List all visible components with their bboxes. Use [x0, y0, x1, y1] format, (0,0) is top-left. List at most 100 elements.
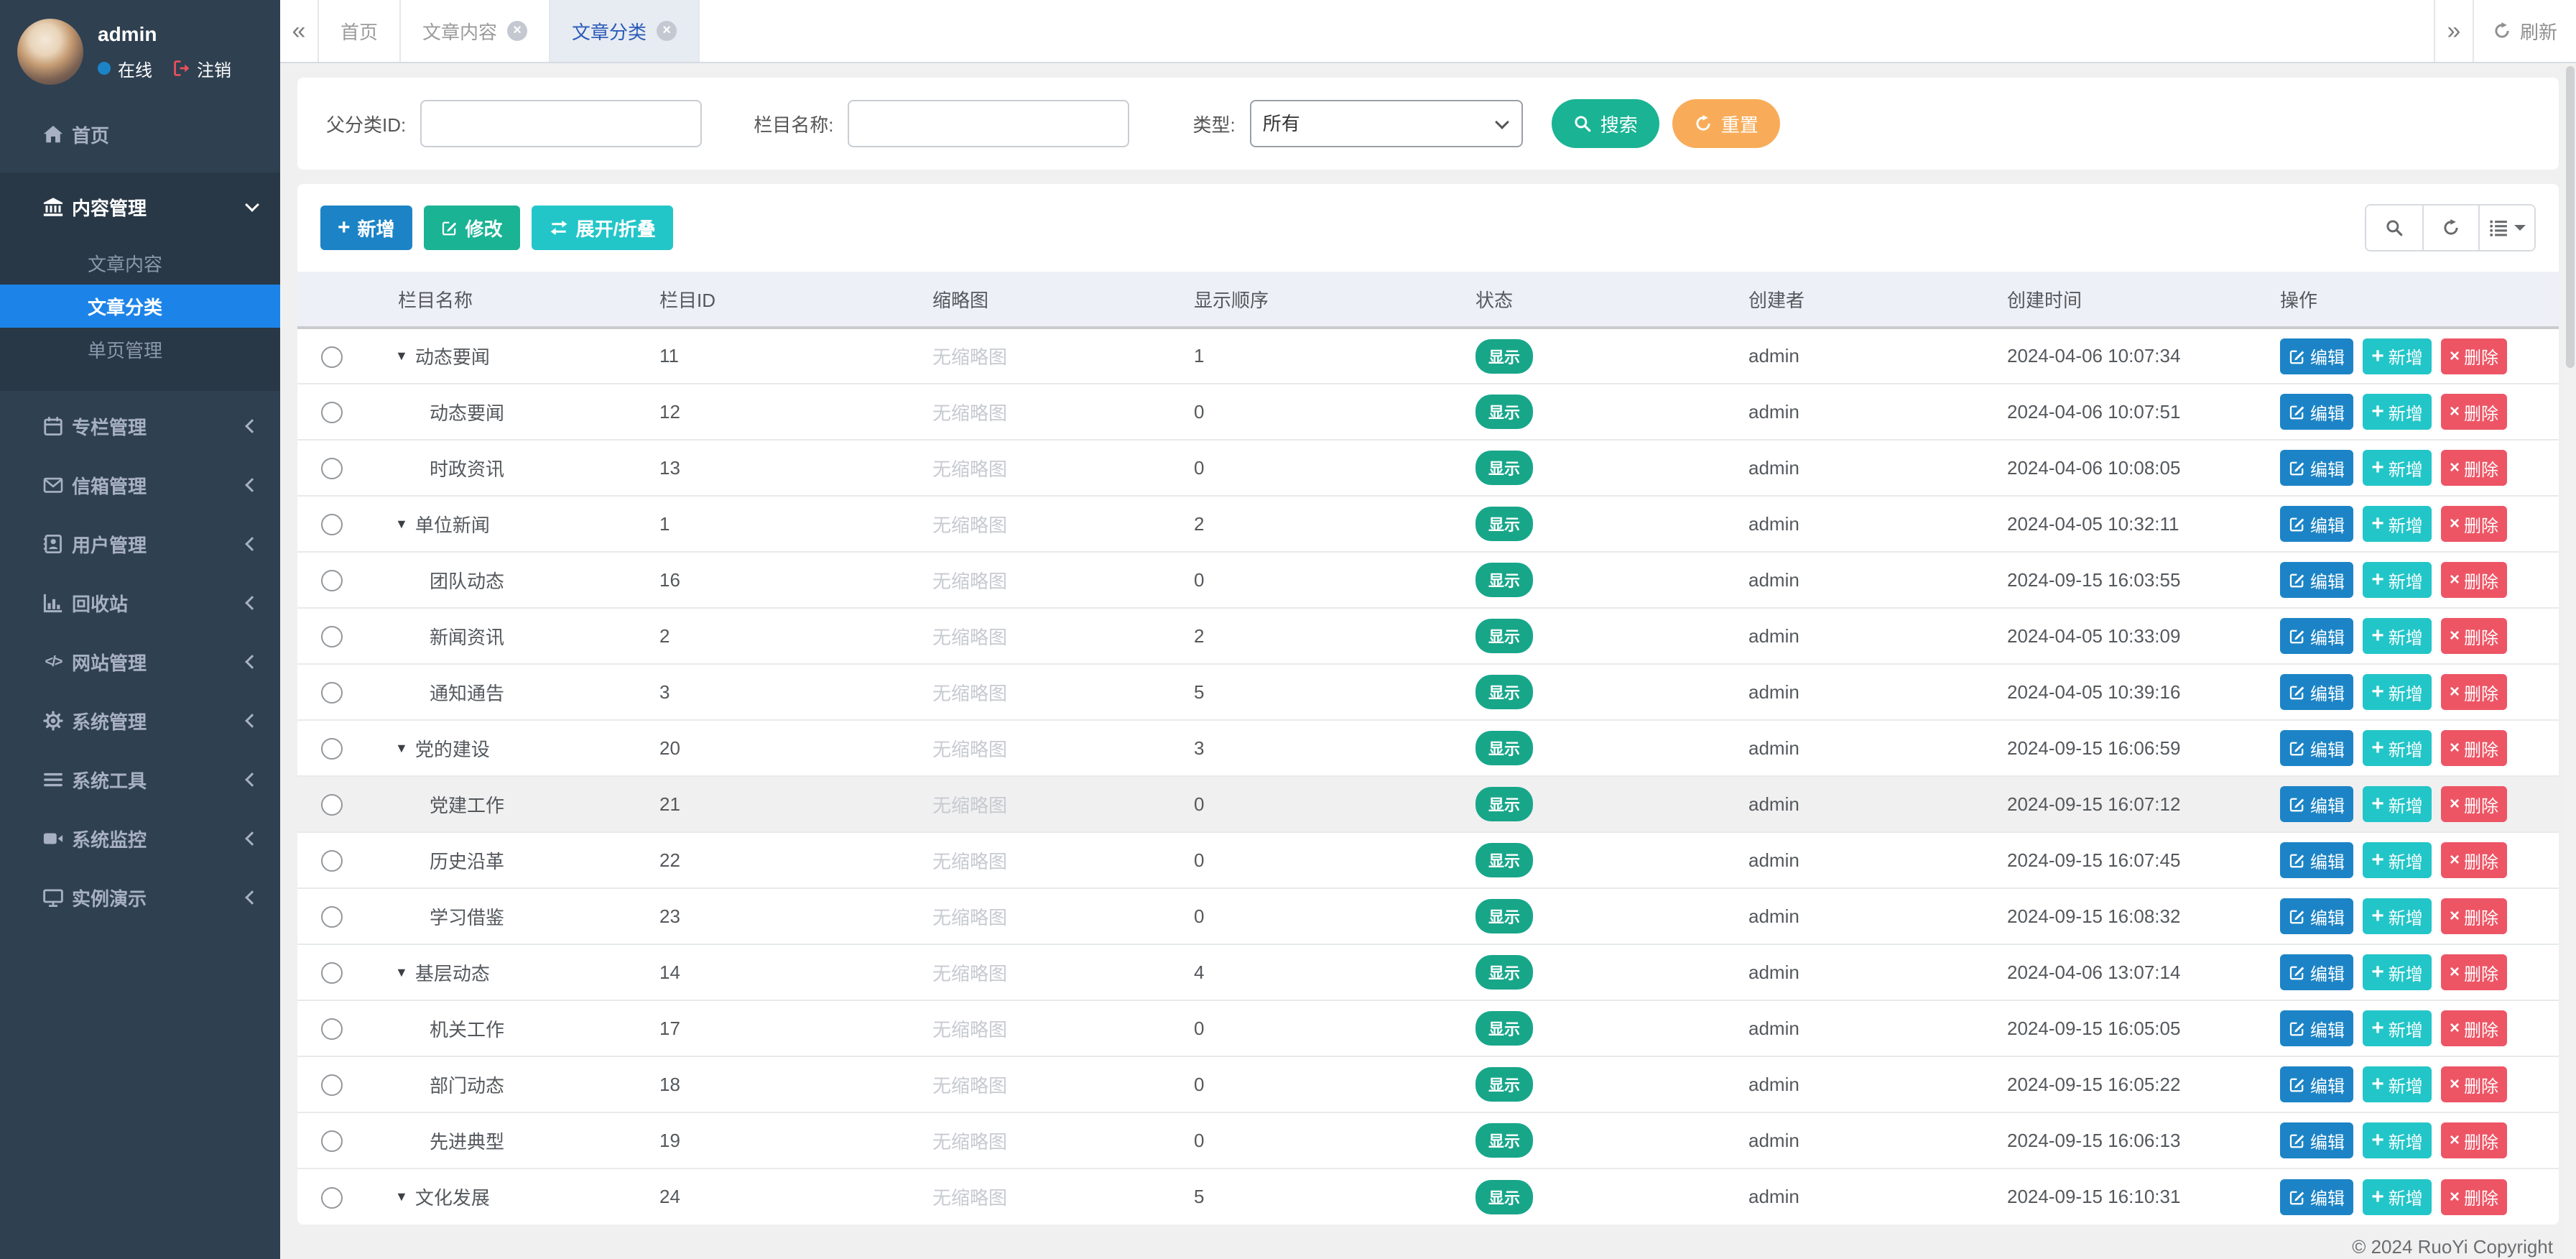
table-row[interactable]: ▼ 基层动态 14 无缩略图 4 显示 admin 2024-04-06 13:…	[297, 944, 2559, 1000]
search-button[interactable]: 搜索	[1552, 99, 1659, 148]
table-row[interactable]: 动态要闻 12 无缩略图 0 显示 admin 2024-04-06 10:07…	[297, 384, 2559, 440]
logout-button[interactable]: 注销	[172, 56, 231, 81]
row-edit-button[interactable]: 编辑	[2280, 730, 2353, 766]
row-edit-button[interactable]: 编辑	[2280, 450, 2353, 486]
tree-caret-down-icon[interactable]: ▼	[395, 741, 408, 756]
row-add-button[interactable]: +新增	[2363, 1010, 2432, 1046]
table-row[interactable]: 历史沿革 22 无缩略图 0 显示 admin 2024-09-15 16:07…	[297, 832, 2559, 888]
row-edit-button[interactable]: 编辑	[2280, 1010, 2353, 1046]
row-radio[interactable]	[321, 346, 343, 368]
row-edit-button[interactable]: 编辑	[2280, 618, 2353, 654]
row-delete-button[interactable]: ×删除	[2441, 1122, 2507, 1158]
table-row[interactable]: 时政资讯 13 无缩略图 0 显示 admin 2024-04-06 10:08…	[297, 440, 2559, 496]
column-header[interactable]: 缩略图	[921, 272, 1182, 328]
sidebar-subitem-article-category[interactable]: 文章分类	[0, 285, 280, 328]
sidebar-item-content-management[interactable]: 内容管理	[0, 172, 280, 241]
row-edit-button[interactable]: 编辑	[2280, 954, 2353, 990]
row-edit-button[interactable]: 编辑	[2280, 562, 2353, 598]
row-edit-button[interactable]: 编辑	[2280, 1179, 2353, 1215]
row-edit-button[interactable]: 编辑	[2280, 1066, 2353, 1102]
row-add-button[interactable]: +新增	[2363, 1066, 2432, 1102]
parent-id-input[interactable]	[420, 100, 702, 147]
row-delete-button[interactable]: ×删除	[2441, 674, 2507, 710]
column-header[interactable]: 栏目名称	[366, 272, 648, 328]
row-edit-button[interactable]: 编辑	[2280, 786, 2353, 822]
table-row[interactable]: 机关工作 17 无缩略图 0 显示 admin 2024-09-15 16:05…	[297, 1000, 2559, 1056]
row-delete-button[interactable]: ×删除	[2441, 786, 2507, 822]
row-radio[interactable]	[321, 626, 343, 647]
row-radio[interactable]	[321, 1074, 343, 1096]
row-edit-button[interactable]: 编辑	[2280, 506, 2353, 542]
row-add-button[interactable]: +新增	[2363, 394, 2432, 430]
row-radio[interactable]	[321, 962, 343, 984]
row-delete-button[interactable]: ×删除	[2441, 562, 2507, 598]
tab-article-content[interactable]: 文章内容 ×	[401, 0, 550, 62]
row-radio[interactable]	[321, 570, 343, 591]
sidebar-item-mailbox[interactable]: 信箱管理	[0, 456, 280, 515]
table-row[interactable]: 党建工作 21 无缩略图 0 显示 admin 2024-09-15 16:07…	[297, 776, 2559, 832]
row-add-button[interactable]: +新增	[2363, 842, 2432, 878]
column-header[interactable]: 状态	[1464, 272, 1737, 328]
row-add-button[interactable]: +新增	[2363, 1179, 2432, 1215]
row-add-button[interactable]: +新增	[2363, 338, 2432, 374]
table-row[interactable]: ▼ 文化发展 24 无缩略图 5 显示 admin 2024-09-15 16:…	[297, 1168, 2559, 1225]
refresh-tab-button[interactable]: 刷新	[2473, 0, 2576, 62]
table-row[interactable]: ▼ 党的建设 20 无缩略图 3 显示 admin 2024-09-15 16:…	[297, 720, 2559, 776]
scrollbar-thumb[interactable]	[2566, 66, 2575, 368]
row-radio[interactable]	[321, 514, 343, 535]
tree-caret-down-icon[interactable]: ▼	[395, 1189, 408, 1204]
tab-home[interactable]: 首页	[319, 0, 401, 62]
row-radio[interactable]	[321, 794, 343, 816]
row-radio[interactable]	[321, 1187, 343, 1209]
table-row[interactable]: ▼ 单位新闻 1 无缩略图 2 显示 admin 2024-04-05 10:3…	[297, 496, 2559, 552]
table-row[interactable]: 通知通告 3 无缩略图 5 显示 admin 2024-04-05 10:39:…	[297, 664, 2559, 720]
page-scrollbar[interactable]	[2565, 63, 2576, 1259]
row-add-button[interactable]: +新增	[2363, 730, 2432, 766]
columns-toggle-button[interactable]	[2478, 206, 2534, 250]
row-edit-button[interactable]: 编辑	[2280, 842, 2353, 878]
row-edit-button[interactable]: 编辑	[2280, 898, 2353, 934]
column-header[interactable]: 栏目ID	[648, 272, 921, 328]
category-name-input[interactable]	[848, 100, 1129, 147]
show-search-button[interactable]	[2366, 206, 2422, 250]
row-delete-button[interactable]: ×删除	[2441, 506, 2507, 542]
row-edit-button[interactable]: 编辑	[2280, 394, 2353, 430]
table-row[interactable]: ▼ 动态要闻 11 无缩略图 1 显示 admin 2024-04-06 10:…	[297, 328, 2559, 384]
table-row[interactable]: 新闻资讯 2 无缩略图 2 显示 admin 2024-04-05 10:33:…	[297, 608, 2559, 664]
sidebar-item-system-tools[interactable]: 系统工具	[0, 750, 280, 809]
row-radio[interactable]	[321, 682, 343, 704]
sidebar-item-user[interactable]: 用户管理	[0, 515, 280, 573]
sidebar-item-system-monitor[interactable]: 系统监控	[0, 809, 280, 868]
row-delete-button[interactable]: ×删除	[2441, 618, 2507, 654]
row-delete-button[interactable]: ×删除	[2441, 1010, 2507, 1046]
table-row[interactable]: 部门动态 18 无缩略图 0 显示 admin 2024-09-15 16:05…	[297, 1056, 2559, 1112]
refresh-table-button[interactable]	[2422, 206, 2478, 250]
sidebar-item-system[interactable]: 系统管理	[0, 691, 280, 750]
close-icon[interactable]: ×	[657, 21, 677, 41]
tab-article-category[interactable]: 文章分类 ×	[550, 0, 700, 62]
row-add-button[interactable]: +新增	[2363, 898, 2432, 934]
sidebar-item-recycle-bin[interactable]: 回收站	[0, 573, 280, 632]
type-select[interactable]: 所有	[1250, 100, 1523, 147]
row-edit-button[interactable]: 编辑	[2280, 338, 2353, 374]
tabs-scroll-right-button[interactable]: »	[2434, 0, 2473, 62]
avatar[interactable]	[17, 19, 83, 85]
sidebar-subitem-single-page[interactable]: 单页管理	[0, 328, 280, 371]
expand-collapse-button[interactable]: 展开/折叠	[532, 206, 673, 250]
row-add-button[interactable]: +新增	[2363, 954, 2432, 990]
row-radio[interactable]	[321, 402, 343, 423]
row-delete-button[interactable]: ×删除	[2441, 450, 2507, 486]
row-add-button[interactable]: +新增	[2363, 786, 2432, 822]
row-delete-button[interactable]: ×删除	[2441, 394, 2507, 430]
row-radio[interactable]	[321, 458, 343, 479]
tabs-scroll-left-button[interactable]: «	[280, 0, 319, 62]
row-edit-button[interactable]: 编辑	[2280, 1122, 2353, 1158]
row-delete-button[interactable]: ×删除	[2441, 730, 2507, 766]
tree-caret-down-icon[interactable]: ▼	[395, 517, 408, 532]
row-radio[interactable]	[321, 850, 343, 872]
column-header[interactable]: 操作	[2269, 272, 2559, 328]
row-add-button[interactable]: +新增	[2363, 506, 2432, 542]
edit-button[interactable]: 修改	[424, 206, 520, 250]
row-edit-button[interactable]: 编辑	[2280, 674, 2353, 710]
sidebar-item-demo[interactable]: 实例演示	[0, 868, 280, 927]
